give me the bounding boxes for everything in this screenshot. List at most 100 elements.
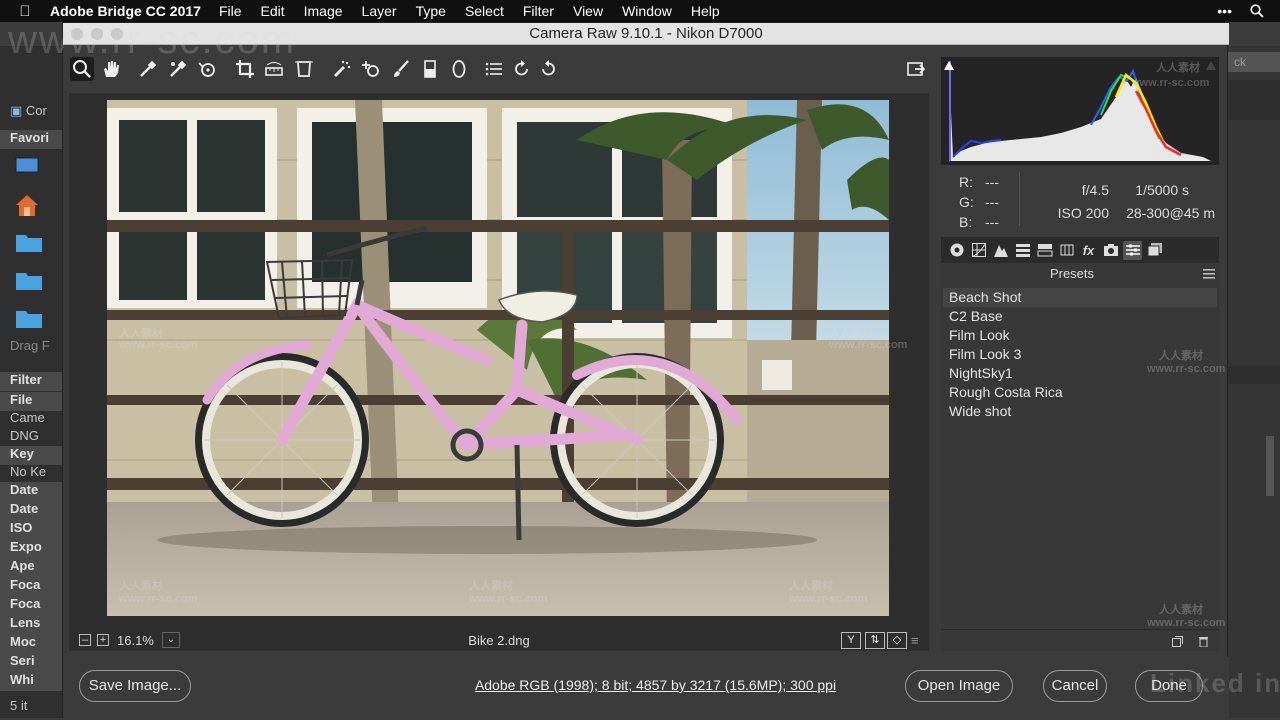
snapshots-tab-icon[interactable]: [1145, 241, 1164, 260]
folder-icon[interactable]: [14, 268, 44, 292]
filter-white-balance[interactable]: Whi: [0, 672, 62, 691]
menu-select[interactable]: Select: [465, 3, 504, 19]
filter-lens[interactable]: Lens: [0, 615, 62, 634]
detail-tab-icon[interactable]: [991, 241, 1010, 260]
watermark-site: www.rr-sc.com: [1131, 77, 1210, 89]
menu-image[interactable]: Image: [304, 3, 343, 19]
basic-tab-icon[interactable]: [947, 241, 966, 260]
watermark-cn: 人人素材: [119, 580, 163, 592]
watermark-cn: 人人素材: [1159, 604, 1203, 616]
filter-iso[interactable]: ISO: [0, 520, 62, 539]
spotlight-search-icon[interactable]: [1250, 4, 1264, 18]
shadow-clipping-warning-icon[interactable]: [944, 61, 954, 70]
app-name-menu[interactable]: Adobe Bridge CC 2017: [50, 3, 201, 19]
workflow-options-link[interactable]: Adobe RGB (1998); 8 bit; 4857 by 3217 (1…: [363, 677, 948, 693]
menu-type[interactable]: Type: [416, 3, 446, 19]
filter-dng[interactable]: DNG: [0, 428, 62, 447]
r-value: ---: [985, 174, 999, 190]
iso-value: ISO 200: [1057, 205, 1109, 221]
bridge-right-panel: ck: [1222, 46, 1280, 718]
desktop-icon[interactable]: [14, 156, 44, 180]
bridge-search-field[interactable]: ck: [1228, 52, 1280, 72]
hsl-tab-icon[interactable]: [1013, 241, 1032, 260]
presets-tab-icon[interactable]: [1123, 240, 1142, 260]
preset-item[interactable]: C2 Base: [943, 307, 1217, 326]
lens-value: 28-300@45 m: [1126, 205, 1215, 221]
toggle-fullscreen-icon[interactable]: [904, 57, 928, 81]
watermark-cn: 人人素材: [1159, 350, 1203, 362]
preset-item[interactable]: Film Look: [943, 326, 1217, 345]
more-icon[interactable]: •••: [1217, 3, 1232, 19]
watermark-cn: 人人素材: [789, 580, 833, 592]
effects-tab-icon[interactable]: fx: [1079, 241, 1098, 260]
new-preset-icon[interactable]: [1172, 636, 1183, 647]
copy-settings-button[interactable]: ◇: [887, 632, 907, 649]
panel-menu-icon[interactable]: [1203, 268, 1215, 279]
bridge-computer-item[interactable]: ▣ Cor: [0, 103, 62, 122]
spot-removal-tool-icon[interactable]: [330, 57, 354, 81]
radial-filter-icon[interactable]: [447, 57, 471, 81]
lens-corrections-tab-icon[interactable]: [1057, 241, 1076, 260]
image-preview[interactable]: [107, 100, 889, 616]
watermark-site: www.rr-sc.com: [829, 339, 908, 351]
camera-calibration-tab-icon[interactable]: [1101, 241, 1120, 260]
save-image-button[interactable]: Save Image...: [79, 670, 191, 702]
filter-file-type[interactable]: File: [0, 392, 62, 411]
menu-window[interactable]: Window: [622, 3, 672, 19]
preset-item[interactable]: Beach Shot: [943, 288, 1217, 307]
filter-keywords[interactable]: Key: [0, 446, 62, 465]
watermark-cn: 人人素材: [469, 580, 513, 592]
graduated-filter-icon[interactable]: [418, 57, 442, 81]
preferences-list-icon[interactable]: [482, 57, 506, 81]
preview-settings-icon[interactable]: ≡: [911, 633, 919, 648]
presets-footer: [941, 629, 1219, 651]
red-eye-removal-tool-icon[interactable]: [359, 57, 383, 81]
filter-camera-raw[interactable]: Came: [0, 410, 62, 429]
filter-serial[interactable]: Seri: [0, 653, 62, 672]
open-image-button[interactable]: Open Image: [905, 670, 1013, 702]
rotate-left-icon[interactable]: [510, 57, 534, 81]
watermark-site: www.rr-sc.com: [119, 593, 198, 605]
split-toning-tab-icon[interactable]: [1035, 241, 1054, 260]
folder-icon[interactable]: [14, 306, 44, 330]
home-icon[interactable]: [14, 192, 44, 216]
scrollbar[interactable]: [1266, 436, 1274, 496]
filter-exposure[interactable]: Expo: [0, 539, 62, 558]
menu-filter[interactable]: Filter: [523, 3, 554, 19]
folder-icon[interactable]: [14, 230, 44, 254]
rotate-right-icon[interactable]: [536, 57, 560, 81]
adjustment-brush-icon[interactable]: [389, 57, 413, 81]
info-divider: [1019, 172, 1020, 226]
watermark-site-large: www.rr-sc.com: [8, 18, 297, 62]
bridge-favorites-header[interactable]: Favori: [0, 130, 62, 149]
preview-status-bar: – + 16.1% ⌄ Bike 2.dng Y ⇅ ◇ ≡: [69, 629, 929, 651]
menu-file[interactable]: File: [219, 3, 242, 19]
swap-before-after-button[interactable]: ⇅: [865, 632, 885, 649]
filter-focal-length[interactable]: Foca: [0, 577, 62, 596]
filter-date-modified[interactable]: Date: [0, 501, 62, 520]
item-count: 5 it: [10, 698, 28, 713]
apple-icon[interactable]: : [0, 3, 50, 20]
aperture-value: f/4.5: [1081, 182, 1109, 198]
preset-item[interactable]: Wide shot: [943, 402, 1217, 421]
bridge-left-panel: ▣ Cor Favori Drag F Filter File Came DNG…: [0, 46, 62, 718]
filter-no-keywords[interactable]: No Ke: [0, 464, 62, 483]
filter-model[interactable]: Moc: [0, 634, 62, 653]
delete-preset-icon[interactable]: [1198, 635, 1209, 647]
menu-help[interactable]: Help: [691, 3, 720, 19]
preset-item[interactable]: Rough Costa Rica: [943, 383, 1217, 402]
menu-layer[interactable]: Layer: [362, 3, 397, 19]
filter-aperture[interactable]: Ape: [0, 558, 62, 577]
menu-edit[interactable]: Edit: [261, 3, 285, 19]
g-value: ---: [985, 194, 999, 210]
watermark-cn: 人人素材: [1156, 62, 1200, 74]
filter-focal-length-35[interactable]: Foca: [0, 596, 62, 615]
before-after-view-button[interactable]: Y: [841, 632, 861, 649]
menu-view[interactable]: View: [573, 3, 603, 19]
filter-date-created[interactable]: Date: [0, 482, 62, 501]
watermark-site: www.rr-sc.com: [1147, 363, 1226, 375]
cancel-button[interactable]: Cancel: [1043, 670, 1107, 702]
highlight-clipping-warning-icon[interactable]: [1206, 61, 1216, 70]
tone-curve-tab-icon[interactable]: [969, 241, 988, 260]
bridge-filter-header[interactable]: Filter: [0, 372, 62, 391]
